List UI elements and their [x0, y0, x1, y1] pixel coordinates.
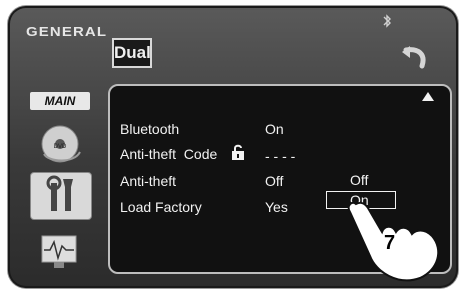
- bluetooth-icon: [382, 14, 392, 31]
- tab-main[interactable]: MAIN: [30, 92, 90, 110]
- setting-value-antitheft[interactable]: Off: [265, 173, 283, 189]
- setting-label-antitheft-code: Anti-theft Code: [120, 146, 218, 162]
- setting-label-bluetooth: Bluetooth: [120, 121, 180, 137]
- pointing-hand-icon: 7: [342, 196, 452, 291]
- unlock-icon: [230, 143, 246, 166]
- dvd-disc-icon: DVD: [30, 125, 90, 172]
- dual-logo: Dual: [112, 38, 152, 68]
- setting-label-load-factory: Load Factory: [120, 199, 202, 215]
- setting-label-antitheft: Anti-theft: [120, 173, 177, 189]
- brand-label: GENERAL: [26, 24, 108, 39]
- tools-icon: [31, 175, 91, 223]
- sidebar-item-tools[interactable]: [30, 172, 92, 220]
- svg-text:DVD: DVD: [54, 144, 67, 150]
- setting-value-antitheft-code[interactable]: - - - -: [265, 148, 295, 164]
- sidebar-item-dvd[interactable]: DVD: [30, 118, 90, 164]
- popup-option-off[interactable]: Off: [350, 172, 368, 188]
- step-number: 7: [384, 232, 396, 254]
- monitor-waveform-icon: [30, 235, 90, 278]
- sidebar-item-monitor[interactable]: [30, 228, 90, 274]
- scroll-up-icon[interactable]: [422, 92, 434, 101]
- back-arrow-icon[interactable]: [400, 46, 430, 70]
- setting-value-bluetooth[interactable]: On: [265, 121, 284, 137]
- setting-value-load-factory[interactable]: Yes: [265, 199, 288, 215]
